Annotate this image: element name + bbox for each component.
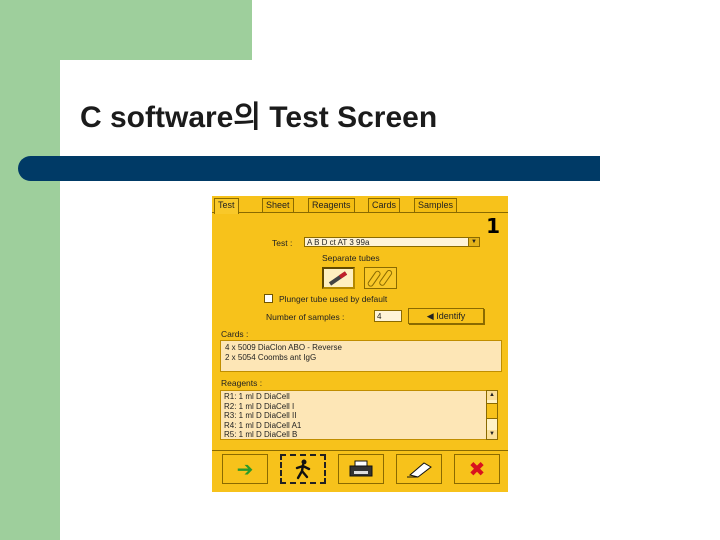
list-item[interactable]: R4: 1 ml D DiaCell A1 xyxy=(224,421,494,431)
scroll-up-icon[interactable]: ▲ xyxy=(487,391,497,400)
plunger-tube-icon xyxy=(328,271,348,286)
cards-list[interactable]: 4 x 5009 DiaClon ABO - Reverse 2 x 5054 … xyxy=(220,340,502,372)
tab-reagents[interactable]: Reagents xyxy=(308,198,355,212)
scroll-thumb[interactable] xyxy=(487,403,497,419)
tab-samples[interactable]: Samples xyxy=(414,198,458,212)
eraser-icon xyxy=(407,462,432,478)
reagents-list[interactable]: R1: 1 ml D DiaCell R2: 1 ml D DiaCell I … xyxy=(220,390,498,440)
list-item[interactable]: R1: 1 ml D DiaCell xyxy=(224,392,494,402)
cancel-button[interactable]: ✖ xyxy=(454,454,500,484)
test-select-value: A B D ct AT 3 99a xyxy=(307,238,370,247)
plunger-default-label: Plunger tube used by default xyxy=(279,294,388,304)
list-item[interactable]: 2 x 5054 Coombs ant IgG xyxy=(225,353,497,363)
tube-option-plunger-button[interactable] xyxy=(322,267,355,289)
tab-cards[interactable]: Cards xyxy=(368,198,401,212)
num-samples-label: Number of samples : xyxy=(266,312,345,322)
tab-bar: Test Sheet Reagents Cards Samples xyxy=(212,198,508,214)
cancel-x-icon: ✖ xyxy=(468,457,486,481)
app-window: Test Sheet Reagents Cards Samples 1 Test… xyxy=(212,196,508,492)
slide-title: C software의 Test Screen xyxy=(80,101,438,134)
clear-button[interactable] xyxy=(396,454,442,484)
panel-number: 1 xyxy=(486,214,500,238)
decorative-green-sidebar xyxy=(0,0,60,540)
tube-option-separate-button[interactable] xyxy=(364,267,397,289)
reagents-label: Reagents : xyxy=(221,378,263,388)
list-item[interactable]: R2: 1 ml D DiaCell I xyxy=(224,402,494,412)
tab-test[interactable]: Test xyxy=(214,198,239,214)
runner-icon xyxy=(295,459,311,480)
num-samples-input[interactable]: 4 xyxy=(374,310,402,322)
list-item[interactable]: R3: 1 ml D DiaCell II xyxy=(224,411,494,421)
arrow-right-icon: ➔ xyxy=(236,457,254,481)
print-button[interactable] xyxy=(338,454,384,484)
decorative-green-top xyxy=(60,0,252,60)
reagents-scrollbar[interactable]: ▲ ▼ xyxy=(486,390,498,440)
test-label: Test : xyxy=(272,238,293,248)
plunger-default-checkbox[interactable] xyxy=(264,294,273,303)
printer-icon xyxy=(349,460,373,477)
cards-label: Cards : xyxy=(221,329,249,339)
test-select[interactable]: A B D ct AT 3 99a ▼ xyxy=(304,237,480,247)
list-item[interactable]: R5: 1 ml D DiaCell B xyxy=(224,430,494,439)
next-button[interactable]: ➔ xyxy=(222,454,268,484)
tab-sheet[interactable]: Sheet xyxy=(262,198,294,212)
separate-tubes-icon xyxy=(367,269,393,287)
separate-tubes-label: Separate tubes xyxy=(322,253,380,263)
title-divider xyxy=(18,156,600,181)
chevron-down-icon[interactable]: ▼ xyxy=(468,238,479,246)
scroll-down-icon[interactable]: ▼ xyxy=(487,430,497,439)
identify-button[interactable]: ◀ Identify xyxy=(408,308,484,324)
run-button[interactable] xyxy=(280,454,326,484)
list-item[interactable]: 4 x 5009 DiaClon ABO - Reverse xyxy=(225,343,497,353)
